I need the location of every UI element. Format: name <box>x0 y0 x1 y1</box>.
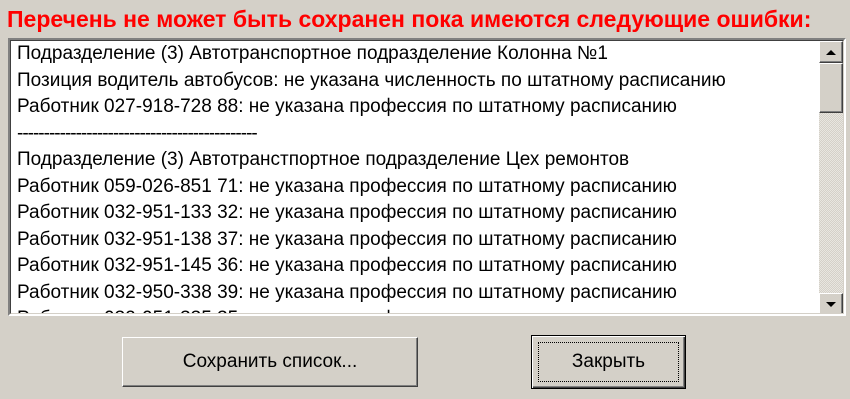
list-item: Подразделение (3) Автотранстпортное подр… <box>17 149 630 170</box>
error-dialog: Перечень не может быть сохранен пока име… <box>0 0 850 399</box>
list-separator: ----------------------------------------… <box>17 122 258 144</box>
list-item: Работник 059-026-851 71: не указана проф… <box>17 175 677 197</box>
list-item: Работник 032-951-133 32: не указана проф… <box>17 202 677 223</box>
arrow-down-icon <box>826 302 836 307</box>
list-item: Работник 032-951-335 35: не указана проф… <box>13 306 819 313</box>
list-item: Работник 027-918-728 88: не указана проф… <box>17 96 677 117</box>
list-item: Позиция водитель автобусов: не указана ч… <box>17 69 726 91</box>
close-button[interactable]: Закрыть <box>531 335 686 389</box>
scroll-up-button[interactable] <box>819 41 843 63</box>
error-title: Перечень не может быть сохранен пока име… <box>7 6 812 32</box>
arrow-up-icon <box>826 50 836 55</box>
error-list[interactable]: Подразделение (3) Автотранспортное подра… <box>8 38 846 316</box>
save-list-button[interactable]: Сохранить список... <box>122 337 418 387</box>
vertical-scrollbar[interactable] <box>819 41 843 313</box>
list-item: Работник 032-951-145 36: не указана проф… <box>17 255 677 276</box>
close-button-label: Закрыть <box>538 342 679 382</box>
list-item: Работник 032-951-138 37: не указана проф… <box>17 228 677 250</box>
scroll-down-button[interactable] <box>819 293 843 313</box>
scroll-thumb[interactable] <box>819 63 843 113</box>
list-item: Работник 032-950-338 39: не указана проф… <box>17 281 677 303</box>
list-item: Подразделение (3) Автотранспортное подра… <box>17 43 608 64</box>
error-list-border: Подразделение (3) Автотранспортное подра… <box>10 40 844 314</box>
error-list-content: Подразделение (3) Автотранспортное подра… <box>13 41 819 313</box>
